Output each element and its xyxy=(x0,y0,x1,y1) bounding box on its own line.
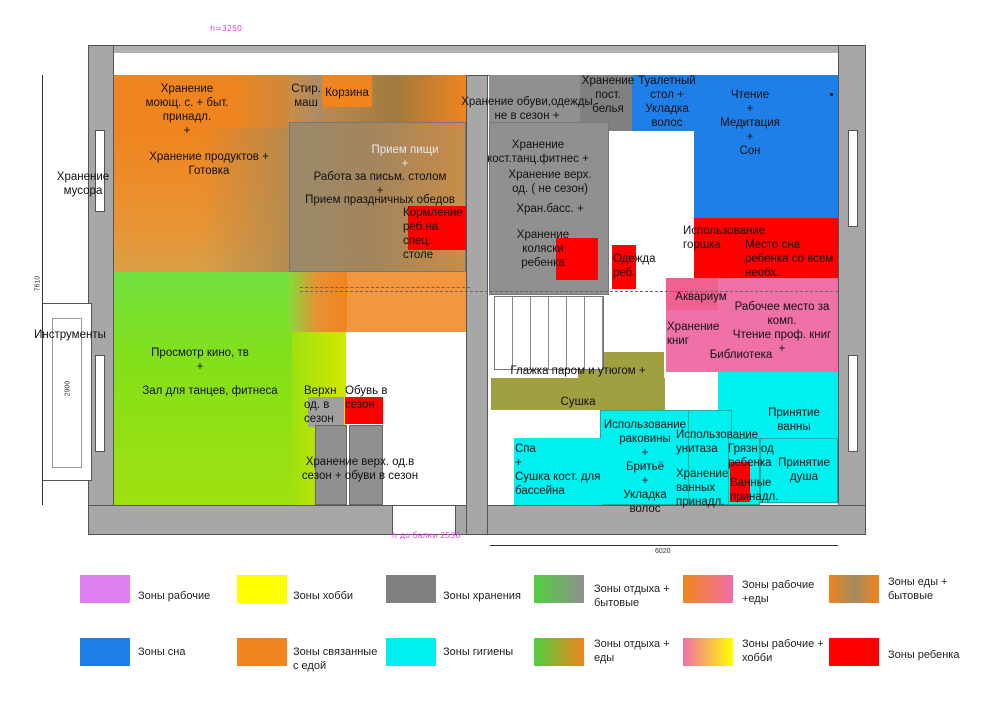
legend-label-hygiene: Зоны гигиены xyxy=(443,646,514,658)
legend-label-storage: Зоны хранения xyxy=(443,590,521,602)
label-tools: Инструменты xyxy=(34,329,106,341)
label-food-intake: Прием пищи + xyxy=(371,144,439,170)
label-storage-trash: Хранение мусора xyxy=(56,171,110,197)
label-aquarium: Аквариум xyxy=(675,291,727,303)
legend-swatch-hygiene xyxy=(386,638,436,666)
dot-marker xyxy=(830,93,833,96)
window-right-2 xyxy=(848,355,858,452)
wall-top-inner xyxy=(113,53,843,76)
label-stroller: Хранение коляски ребенка xyxy=(516,229,570,269)
label-library: Библиотека xyxy=(709,349,773,361)
label-child-clothes: Одежда реб. xyxy=(613,253,656,279)
legend-swatch-rest-food xyxy=(534,638,584,666)
legend-label-rest-household: Зоны отдыха + бытовые xyxy=(594,583,670,609)
label-storage-linen: Хранение пост. белья xyxy=(581,75,635,115)
wall-right xyxy=(838,45,866,535)
legend-label-work-hobby: Зоны рабочие + хобби xyxy=(742,638,824,664)
window-left-2 xyxy=(95,355,105,452)
dim-top: h=3250 xyxy=(210,24,243,33)
legend-label-work: Зоны рабочие xyxy=(138,590,211,602)
label-outerwear: Верхн од. в сезон xyxy=(304,385,337,425)
legend-swatch-storage xyxy=(386,575,436,603)
legend-swatch-hobby xyxy=(237,575,287,603)
label-storage-pool: Хран.басс. + xyxy=(516,203,584,215)
label-bath-items: Ванные принадл. xyxy=(730,477,779,503)
label-storage-food: Хранение продуктов + Готовка xyxy=(149,151,269,177)
label-books: Хранение книг xyxy=(667,321,720,347)
label-reading: Чтение + Медитация + Сон xyxy=(720,89,780,157)
label-dressing-table: Туалетный стол + Укладка волос xyxy=(638,75,696,129)
label-storage-detergents: Хранение моющ. с. + быт. принадл. + xyxy=(145,83,229,137)
zone-green-orange-strip xyxy=(289,272,347,332)
dim-bottom-width: 6020 xyxy=(655,548,671,555)
label-bath-storage: Хранение ванных принадл. xyxy=(676,468,729,508)
label-shoes-season: Обувь в сезон xyxy=(345,385,388,411)
label-dinners: Прием праздничных обедов xyxy=(305,194,455,206)
legend-label-sleep: Зоны сна xyxy=(138,646,186,658)
label-drying: Сушка xyxy=(560,396,596,408)
legend-swatch-rest-household xyxy=(534,575,584,603)
label-basket: Корзина xyxy=(325,87,369,99)
dim-bottom-line xyxy=(490,545,838,546)
label-storage-outer: Хранение верх. од.в сезон + обуви в сезо… xyxy=(301,456,419,482)
label-storage-outer-off: Хранение верх. од. ( не сезон) xyxy=(508,169,592,195)
label-sleep-pool: Спа + Сушка кост. для бассейна xyxy=(515,443,601,497)
legend-label-rest-food: Зоны отдыха + еды xyxy=(594,638,670,664)
label-child-feeding: Кормление реб.на спец. столе xyxy=(403,207,463,261)
dashed-line-2 xyxy=(300,287,470,288)
dim-left-line xyxy=(42,75,43,505)
dim-left-upper: 7610 xyxy=(34,275,42,292)
zone-orange-strip xyxy=(346,272,466,332)
legend-swatch-food xyxy=(237,638,287,666)
dashed-line xyxy=(300,291,838,292)
legend-label-food-household: Зоны еды + бытовые xyxy=(888,576,948,602)
legend-swatch-child xyxy=(829,638,879,666)
legend-label-work-food: Зоны рабочие +еды xyxy=(742,579,815,605)
label-ironing: Глажка паром и утюгом + xyxy=(510,365,646,377)
label-storage-dance: Хранение кост.танц.фитнес + xyxy=(487,139,589,165)
legend-label-child: Зоны ребенка xyxy=(888,649,960,661)
stairs xyxy=(494,296,604,370)
label-child-bed: Место сна ребенка со всем необх. xyxy=(745,239,834,279)
legend-label-hobby: Зоны хобби xyxy=(293,590,354,602)
dim-left-lower: 2900 xyxy=(64,380,72,397)
label-dance-hall: Зал для танцев, фитнеса xyxy=(142,385,278,397)
label-washer: Стир. маш xyxy=(291,83,321,109)
label-movies: Просмотр кино, тв + xyxy=(151,347,249,373)
legend-swatch-sleep xyxy=(80,638,130,666)
legend-swatch-food-household xyxy=(829,575,879,603)
window-right xyxy=(848,130,858,227)
legend-swatch-work xyxy=(80,575,130,603)
label-bath: Принятие ванны xyxy=(768,407,820,433)
dim-bottom-pink: h до балки 2536 xyxy=(392,531,461,540)
legend-label-food: Зоны связанные с едой xyxy=(293,646,378,672)
legend-swatch-work-food xyxy=(683,575,733,603)
legend-swatch-work-hobby xyxy=(683,638,733,666)
legend: Зоны рабочие Зоны хобби Зоны хранения Зо… xyxy=(0,565,1000,705)
